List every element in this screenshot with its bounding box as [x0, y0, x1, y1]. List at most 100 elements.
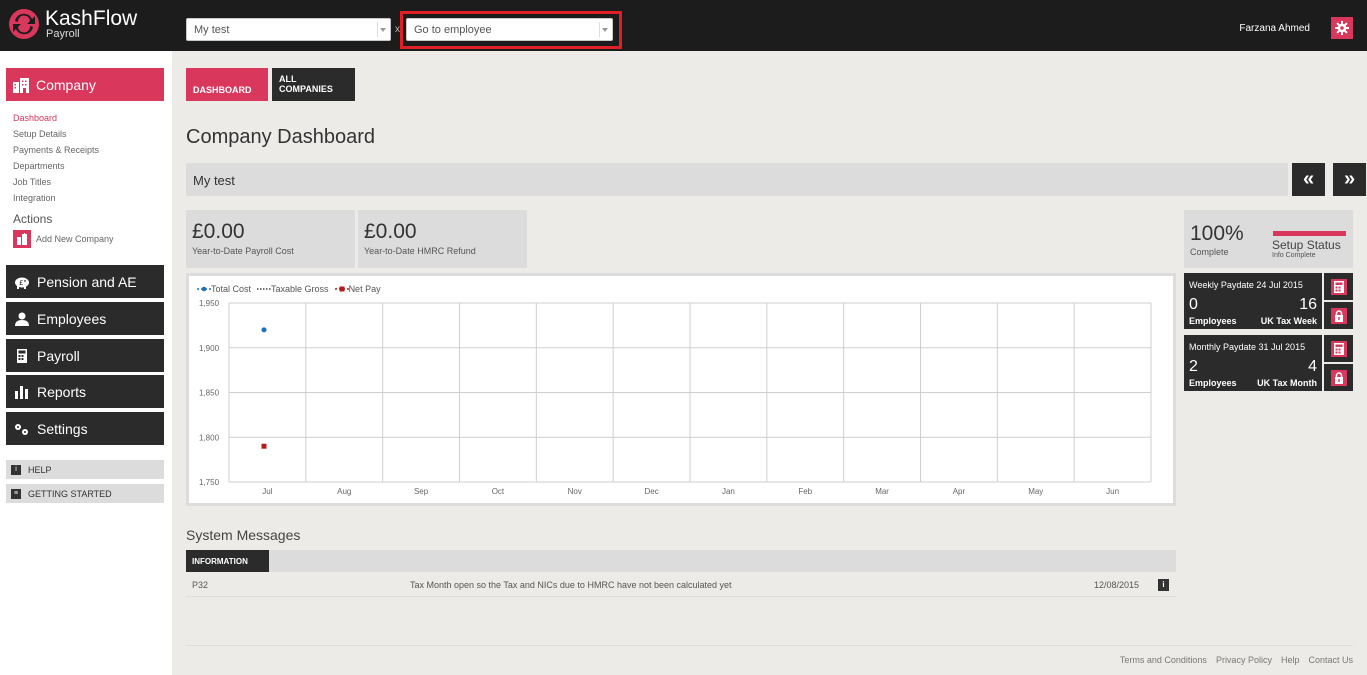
nav-company-label: Company: [36, 76, 96, 93]
hmrc-refund-stat: £0.00 Year-to-Date HMRC Refund: [358, 210, 527, 268]
monthly-employees-label: Employees: [1189, 378, 1237, 388]
weekly-employees-label: Employees: [1189, 316, 1237, 326]
nav-getting-started[interactable]: ≡ GETTING STARTED: [6, 484, 164, 503]
info-icon[interactable]: i: [1158, 579, 1169, 591]
monthly-paydate-box[interactable]: Monthly Paydate 31 Jul 2015 2 4 Employee…: [1184, 335, 1322, 391]
calculator-icon: [1333, 342, 1344, 355]
kashflow-logo[interactable]: KashFlow Payroll: [8, 8, 137, 40]
brand-name: KashFlow: [45, 6, 138, 30]
tab-all-companies[interactable]: ALL COMPANIES: [272, 68, 355, 101]
message-date: 12/08/2015: [1094, 580, 1140, 590]
nav-payroll-label: Payroll: [37, 347, 80, 364]
setup-complete-label: Complete: [1190, 247, 1229, 257]
svg-text:£: £: [19, 279, 23, 287]
monthly-tax-month: 4: [1308, 358, 1317, 375]
weekly-tax-label: UK Tax Week: [1260, 316, 1317, 326]
y-tick-label: 1,800: [199, 433, 220, 442]
payroll-cost-label: Year-to-Date Payroll Cost: [192, 246, 294, 256]
payroll-chart: Total Cost Taxable Gross Net Pay 1,950 1,…: [186, 273, 1176, 506]
message-code: P32: [192, 580, 209, 590]
company-select[interactable]: My test: [186, 18, 391, 41]
highlight-box: [400, 11, 622, 49]
building-icon: [13, 77, 29, 93]
tab-dashboard[interactable]: DASHBOARD: [186, 68, 268, 101]
company-select-value: My test: [194, 24, 230, 36]
nav-settings[interactable]: Settings: [6, 412, 164, 445]
x-tick-label: Aug: [337, 487, 351, 496]
system-messages-title: System Messages: [186, 527, 301, 543]
cogs-icon: [15, 423, 28, 435]
y-tick-label: 1,850: [199, 389, 220, 398]
chart-plot: 1,950 1,900 1,850 1,800 1,750 Jul Aug Sep Oct Nov…: [199, 299, 1152, 496]
add-company-icon: [13, 230, 31, 248]
monthly-calculate-button[interactable]: [1324, 335, 1353, 362]
next-company-button[interactable]: »: [1333, 163, 1366, 196]
nav-employees-label: Employees: [37, 310, 107, 327]
gear-icon: [1335, 21, 1349, 35]
footer-divider: [186, 645, 1353, 646]
footer-privacy-link[interactable]: Privacy Policy: [1216, 655, 1272, 665]
tab-information[interactable]: INFORMATION: [186, 550, 269, 572]
piggy-bank-icon: £: [15, 277, 29, 289]
footer-links: Terms and Conditions Privacy Policy Help…: [1120, 655, 1353, 665]
x-tick-label: Oct: [492, 487, 505, 496]
weekly-lock-button[interactable]: [1324, 302, 1353, 329]
subnav-dashboard[interactable]: Dashboard: [13, 113, 99, 129]
subnav-integration[interactable]: Integration: [13, 193, 99, 209]
brand-sub: Payroll: [46, 27, 80, 40]
x-tick-label: Dec: [644, 487, 658, 496]
setup-status-box[interactable]: 100% Complete Setup Status Info Complete: [1184, 210, 1353, 268]
footer-terms-link[interactable]: Terms and Conditions: [1120, 655, 1207, 665]
user-icon: [15, 312, 29, 326]
payroll-cost-stat: £0.00 Year-to-Date Payroll Cost: [186, 210, 355, 268]
user-name[interactable]: Farzana Ahmed: [1239, 23, 1310, 34]
monthly-paydate-title: Monthly Paydate 31 Jul 2015: [1189, 342, 1306, 352]
footer-help-link[interactable]: Help: [1281, 655, 1300, 665]
nav-pension-ae[interactable]: £ Pension and AE: [6, 265, 164, 298]
chevron-down-icon: [380, 28, 386, 32]
monthly-employees-count: 2: [1189, 358, 1198, 375]
nav-settings-label: Settings: [37, 420, 88, 437]
lock-icon: [1334, 309, 1343, 322]
x-tick-label: Jan: [722, 487, 735, 496]
kashflow-logo-icon: [9, 9, 39, 39]
weekly-calculate-button[interactable]: [1324, 273, 1353, 300]
x-tick-label: Jun: [1106, 487, 1119, 496]
prev-company-button[interactable]: «: [1292, 163, 1325, 196]
nav-reports[interactable]: Reports: [6, 375, 164, 408]
subnav-setup-details[interactable]: Setup Details: [13, 129, 99, 145]
y-tick-label: 1,900: [199, 344, 220, 353]
top-bar: KashFlow Payroll My test x Go to employe…: [0, 0, 1367, 51]
hmrc-refund-label: Year-to-Date HMRC Refund: [364, 246, 476, 256]
tab-all-companies-line2: COMPANIES: [279, 84, 333, 94]
system-message-row: P32 Tax Month open so the Tax and NICs d…: [186, 574, 1176, 597]
x-tick-label: Apr: [953, 487, 966, 496]
company-subnav: Dashboard Setup Details Payments & Recei…: [13, 113, 99, 209]
setup-progress-bar: [1273, 231, 1346, 236]
footer-contact-link[interactable]: Contact Us: [1308, 655, 1353, 665]
subnav-payments-receipts[interactable]: Payments & Receipts: [13, 145, 99, 161]
nav-help-label: HELP: [28, 464, 52, 475]
monthly-tax-label: UK Tax Month: [1257, 378, 1317, 388]
company-name-bar: My test: [186, 163, 1288, 196]
payroll-cost-amount: £0.00: [192, 220, 245, 243]
add-new-company-link[interactable]: Add New Company: [13, 230, 114, 248]
nav-help[interactable]: i HELP: [6, 460, 164, 479]
monthly-lock-button[interactable]: [1324, 364, 1353, 391]
subnav-job-titles[interactable]: Job Titles: [13, 177, 99, 193]
book-icon: ≡: [11, 488, 21, 499]
data-point-net-pay: [261, 443, 267, 449]
nav-payroll[interactable]: Payroll: [6, 339, 164, 372]
weekly-paydate-box[interactable]: Weekly Paydate 24 Jul 2015 0 16 Employee…: [1184, 273, 1322, 329]
nav-company[interactable]: Company: [6, 68, 164, 101]
y-tick-label: 1,950: [199, 299, 220, 308]
lock-icon: [1334, 371, 1343, 384]
x-tick-label: Sep: [414, 487, 429, 496]
x-tick-label: Jul: [262, 487, 272, 496]
settings-button[interactable]: [1331, 17, 1353, 39]
subnav-departments[interactable]: Departments: [13, 161, 99, 177]
sidebar: Company Dashboard Setup Details Payments…: [0, 51, 172, 675]
nav-reports-label: Reports: [37, 383, 87, 400]
nav-getting-started-label: GETTING STARTED: [28, 488, 112, 499]
nav-employees[interactable]: Employees: [6, 302, 164, 335]
